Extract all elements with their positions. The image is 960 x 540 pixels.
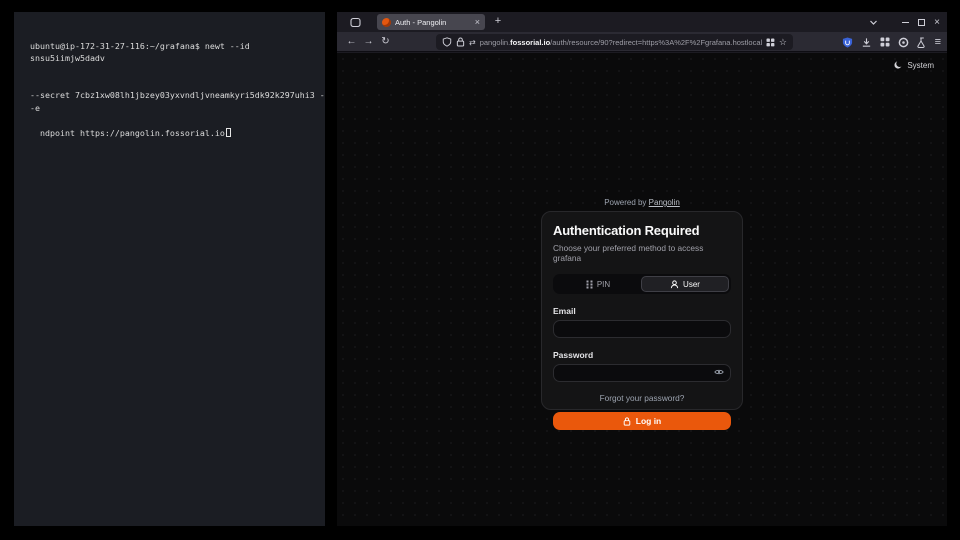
tab-pin-label: PIN [597, 280, 610, 289]
user-icon [670, 280, 679, 289]
login-button[interactable]: Log in [553, 412, 731, 430]
moon-icon [893, 60, 903, 70]
bookmark-star-icon[interactable]: ☆ [779, 37, 787, 48]
keypad-icon [586, 280, 593, 289]
terminal-line: ubuntu@ip-172-31-27-116:~/grafana$ newt … [30, 40, 325, 65]
flask-extension-icon[interactable] [917, 37, 927, 48]
tab-pin[interactable]: PIN [555, 276, 641, 292]
list-all-tabs-icon[interactable] [869, 18, 878, 27]
url-path: /auth/resource/90?redirect=https%3A%2F%2… [550, 38, 762, 47]
url-domain: fossorial.io [510, 38, 550, 47]
forward-icon[interactable]: → [360, 36, 377, 47]
tab-title: Auth - Pangolin [395, 18, 471, 27]
terminal-window[interactable]: ubuntu@ip-172-31-27-116:~/grafana$ newt … [14, 12, 325, 526]
pangolin-favicon [382, 18, 391, 27]
url-prefix: pangolin. [480, 38, 510, 47]
terminal-line: --secret 7cbz1xw08lh1jbzey03yxvndljvneam… [30, 89, 325, 114]
tab-close-icon[interactable]: × [475, 17, 480, 27]
tab-user[interactable]: User [641, 276, 729, 292]
permissions-arrows-icon[interactable]: ⇄ [469, 38, 476, 47]
auth-card: Authentication Required Choose your pref… [541, 211, 743, 410]
login-lock-icon [623, 417, 631, 426]
maximize-icon[interactable] [918, 19, 925, 26]
back-icon[interactable]: ← [343, 36, 360, 47]
tab-user-label: User [683, 280, 700, 289]
ublock-icon[interactable] [842, 37, 853, 48]
extensions-grid-icon[interactable] [880, 37, 890, 47]
browser-window: Auth - Pangolin × + × ← → ↻ ⇄ pangolin.f… [337, 12, 947, 526]
forgot-password-link[interactable]: Forgot your password? [553, 393, 731, 403]
theme-label: System [907, 61, 934, 70]
navigation-bar: ← → ↻ ⇄ pangolin.fossorial.io/auth/resou… [337, 32, 947, 52]
circle-extension-icon[interactable] [898, 37, 909, 48]
tabbar-right-controls: × [869, 12, 947, 32]
password-label: Password [553, 350, 731, 360]
window-controls: × [902, 19, 940, 26]
auth-page: System Powered by Pangolin Authenticatio… [337, 53, 947, 526]
menu-icon[interactable]: ≡ [935, 36, 941, 48]
card-subtitle: Choose your preferred method to access g… [553, 243, 731, 263]
login-button-label: Log in [636, 416, 662, 426]
shield-icon[interactable] [442, 37, 452, 47]
card-title: Authentication Required [553, 223, 731, 238]
url-text: pangolin.fossorial.io/auth/resource/90?r… [480, 38, 762, 47]
firefox-view-icon[interactable] [350, 17, 361, 28]
new-tab-button[interactable]: + [491, 15, 505, 27]
reload-icon[interactable]: ↻ [377, 36, 394, 47]
theme-toggle[interactable]: System [893, 60, 934, 70]
downloads-icon[interactable] [861, 37, 872, 48]
tab-bar: Auth - Pangolin × + × [337, 12, 947, 32]
lock-icon[interactable] [456, 37, 465, 47]
email-label: Email [553, 306, 731, 316]
password-field[interactable] [553, 364, 731, 382]
powered-by-text: Powered by [604, 198, 646, 207]
tab-auth-pangolin[interactable]: Auth - Pangolin × [377, 14, 485, 30]
show-password-icon[interactable] [714, 368, 724, 376]
address-bar[interactable]: ⇄ pangolin.fossorial.io/auth/resource/90… [436, 34, 793, 50]
shortcuts-grid-icon[interactable] [766, 38, 775, 47]
pangolin-link[interactable]: Pangolin [649, 198, 680, 207]
powered-by: Powered by Pangolin [337, 198, 947, 207]
toolbar-extensions: ≡ [842, 32, 941, 52]
auth-method-tabs: PIN User [553, 274, 731, 294]
terminal-line: ndpoint https://pangolin.fossorial.io [40, 128, 225, 138]
password-wrapper [553, 360, 731, 382]
terminal-cursor [226, 128, 231, 137]
close-window-icon[interactable]: × [934, 19, 940, 26]
minimize-icon[interactable] [902, 22, 909, 23]
email-field[interactable] [553, 320, 731, 338]
